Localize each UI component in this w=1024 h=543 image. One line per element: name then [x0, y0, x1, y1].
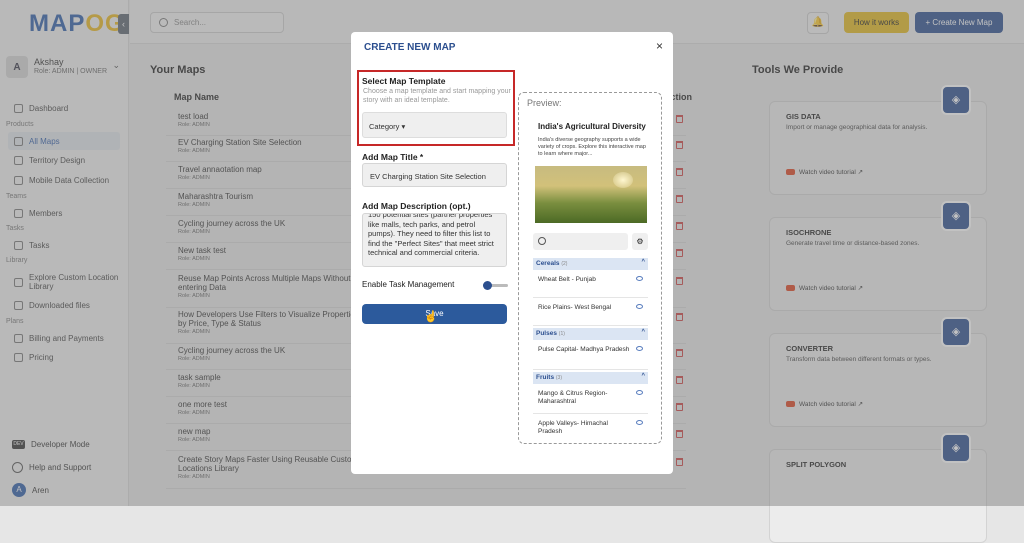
eye-icon[interactable]	[636, 420, 643, 425]
search-icon	[538, 237, 546, 245]
eye-icon[interactable]	[636, 304, 643, 309]
mouse-cursor-icon: ☝	[424, 311, 438, 323]
template-label: Select Map Template	[362, 76, 446, 86]
eye-icon[interactable]	[636, 276, 643, 281]
create-map-modal: CREATE NEW MAP × Select Map Template Cho…	[351, 32, 673, 474]
preview-group-header[interactable]: Fruits (3) ^	[533, 372, 648, 384]
preview-list-item[interactable]: Mango & Citrus Region- Maharashtral	[533, 390, 648, 414]
chevron-up-icon[interactable]: ^	[641, 259, 645, 265]
chevron-up-icon[interactable]: ^	[641, 329, 645, 335]
preview-card-title: India's Agricultural Diversity	[538, 122, 646, 131]
template-hint: Choose a map template and start mapping …	[363, 88, 511, 104]
map-description-label: Add Map Description (opt.)	[362, 201, 471, 211]
preview-search-input[interactable]	[533, 233, 628, 250]
filter-icon[interactable]: ⚙	[632, 233, 648, 250]
chevron-up-icon[interactable]: ^	[641, 373, 645, 379]
map-title-input[interactable]: EV Charging Station Site Selection	[362, 163, 507, 187]
eye-icon[interactable]	[636, 346, 643, 351]
template-preview: Preview: India's Agricultural Diversity …	[518, 92, 662, 444]
preview-list-item[interactable]: Pulse Capital- Madhya Pradesh	[533, 346, 648, 370]
preview-wheat-image	[535, 166, 647, 223]
preview-list-item[interactable]: Rice Plains- West Bengal	[533, 304, 648, 326]
category-select[interactable]: Category ▾	[362, 112, 507, 138]
preview-group-header[interactable]: Cereals (2) ^	[533, 258, 648, 270]
map-description-textarea[interactable]: 150 potential sites (partner properties …	[362, 213, 507, 267]
map-title-label: Add Map Title *	[362, 152, 424, 162]
preview-label: Preview:	[527, 98, 562, 108]
modal-title: CREATE NEW MAP	[364, 42, 456, 53]
preview-group-header[interactable]: Pulses (1) ^	[533, 328, 648, 340]
preview-list-item[interactable]: Apple Valleys- Himachal Pradesh	[533, 420, 648, 443]
task-management-label: Enable Task Management	[362, 280, 455, 289]
task-management-toggle[interactable]	[483, 281, 508, 290]
preview-card-description: India's diverse geography supports a wid…	[538, 137, 646, 157]
close-icon[interactable]: ×	[656, 39, 663, 53]
eye-icon[interactable]	[636, 390, 643, 395]
preview-list-item[interactable]: Wheat Belt - Punjab	[533, 276, 648, 298]
